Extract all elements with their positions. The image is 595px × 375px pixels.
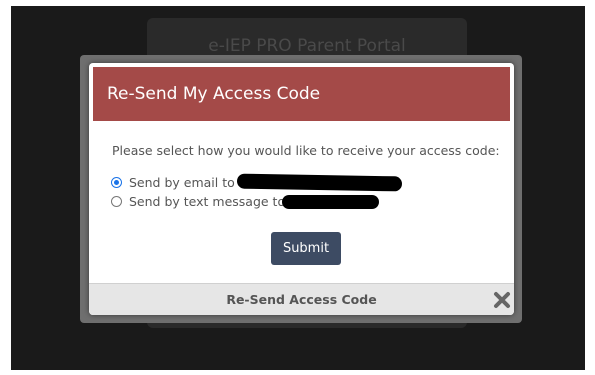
email-option[interactable]: Send by email to <box>111 173 235 191</box>
resend-code-dialog: Re-Send My Access Code Please select how… <box>89 63 514 315</box>
redacted-email <box>236 173 403 192</box>
close-icon[interactable] <box>493 291 511 309</box>
sms-option-label: Send by text message to <box>129 193 286 209</box>
email-option-label: Send by email to <box>129 174 235 190</box>
dialog-footer: Re-Send Access Code <box>89 283 514 315</box>
sms-radio[interactable] <box>111 195 122 207</box>
dialog-title: Re-Send My Access Code <box>107 84 321 104</box>
submit-button[interactable]: Submit <box>271 232 341 265</box>
dialog-header: Re-Send My Access Code <box>93 67 510 121</box>
redacted-phone <box>282 195 379 209</box>
delivery-prompt: Please select how you would like to rece… <box>112 143 500 158</box>
sms-option[interactable]: Send by text message to <box>111 192 285 210</box>
background-page-title: e-IEP PRO Parent Portal <box>208 36 406 56</box>
footer-label: Re-Send Access Code <box>226 292 377 307</box>
email-radio[interactable] <box>111 176 122 188</box>
